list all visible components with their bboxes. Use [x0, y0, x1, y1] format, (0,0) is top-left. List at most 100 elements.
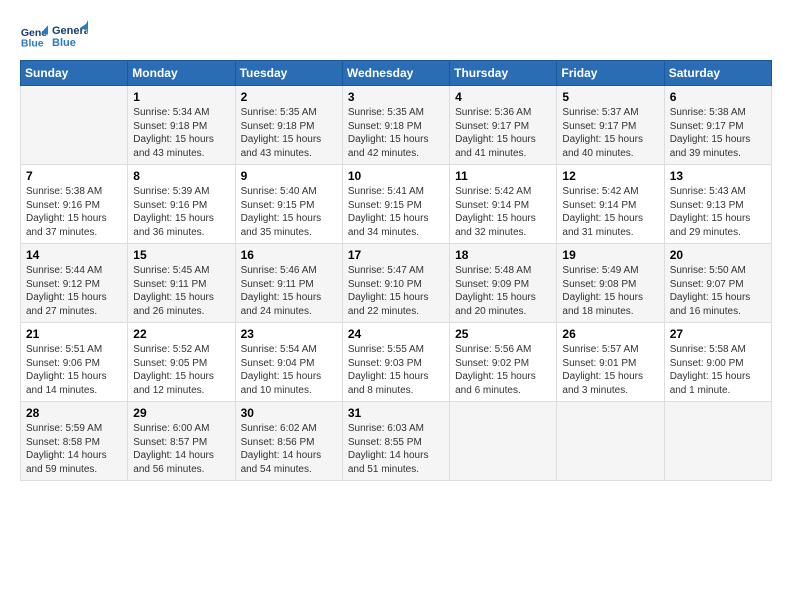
calendar-cell: 4Sunrise: 5:36 AM Sunset: 9:17 PM Daylig…	[450, 86, 557, 165]
day-number: 28	[26, 406, 122, 420]
day-info: Sunrise: 5:42 AM Sunset: 9:14 PM Dayligh…	[562, 185, 658, 239]
header-day-friday: Friday	[557, 61, 664, 86]
day-info: Sunrise: 5:49 AM Sunset: 9:08 PM Dayligh…	[562, 264, 658, 318]
week-row-3: 14 Sunrise: 5:44 AM Sunset: 9:12 PM Dayli…	[21, 244, 772, 323]
calendar-cell: 2 Sunrise: 5:35 AM Sunset: 9:18 PM Daylig…	[235, 86, 342, 165]
day-number: 22	[133, 327, 229, 341]
week-row-1: 1Sunrise: 5:34 AM Sunset: 9:18 PM Daylig…	[21, 86, 772, 165]
header-row: General Blue General Blue	[20, 18, 772, 54]
day-info: Sunrise: 5:42 AM Sunset: 9:14 PM Dayligh…	[455, 185, 551, 239]
calendar-cell: 13 Sunrise: 5:43 AM Sunset: 9:13 PM Dayli…	[664, 165, 771, 244]
calendar-cell: 30 Sunrise: 6:02 AM Sunset: 8:56 PM Dayli…	[235, 402, 342, 481]
day-number: 2	[241, 90, 337, 104]
day-info: Sunrise: 5:54 AM Sunset: 9:04 PM Dayligh…	[241, 343, 337, 397]
calendar-cell: 23 Sunrise: 5:54 AM Sunset: 9:04 PM Dayli…	[235, 323, 342, 402]
calendar-cell: 19 Sunrise: 5:49 AM Sunset: 9:08 PM Dayli…	[557, 244, 664, 323]
day-info: Sunrise: 5:55 AM Sunset: 9:03 PM Dayligh…	[348, 343, 444, 397]
header-day-sunday: Sunday	[21, 61, 128, 86]
calendar-cell: 17 Sunrise: 5:47 AM Sunset: 9:10 PM Dayli…	[342, 244, 449, 323]
header-day-wednesday: Wednesday	[342, 61, 449, 86]
day-number: 23	[241, 327, 337, 341]
day-info: Sunrise: 5:44 AM Sunset: 9:12 PM Dayligh…	[26, 264, 122, 318]
day-number: 15	[133, 248, 229, 262]
day-number: 18	[455, 248, 551, 262]
day-number: 3	[348, 90, 444, 104]
day-number: 10	[348, 169, 444, 183]
calendar-table: SundayMondayTuesdayWednesdayThursdayFrid…	[20, 60, 772, 481]
day-number: 6	[670, 90, 766, 104]
calendar-cell	[450, 402, 557, 481]
day-number: 7	[26, 169, 122, 183]
day-number: 8	[133, 169, 229, 183]
calendar-cell: 24Sunrise: 5:55 AM Sunset: 9:03 PM Dayli…	[342, 323, 449, 402]
day-info: Sunrise: 6:02 AM Sunset: 8:56 PM Dayligh…	[241, 422, 337, 476]
day-info: Sunrise: 6:00 AM Sunset: 8:57 PM Dayligh…	[133, 422, 229, 476]
day-info: Sunrise: 5:45 AM Sunset: 9:11 PM Dayligh…	[133, 264, 229, 318]
calendar-cell: 8Sunrise: 5:39 AM Sunset: 9:16 PM Daylig…	[128, 165, 235, 244]
day-info: Sunrise: 5:52 AM Sunset: 9:05 PM Dayligh…	[133, 343, 229, 397]
day-number: 17	[348, 248, 444, 262]
calendar-header: SundayMondayTuesdayWednesdayThursdayFrid…	[21, 61, 772, 86]
week-row-4: 21 Sunrise: 5:51 AM Sunset: 9:06 PM Dayli…	[21, 323, 772, 402]
day-number: 12	[562, 169, 658, 183]
header-day-monday: Monday	[128, 61, 235, 86]
day-number: 5	[562, 90, 658, 104]
main-container: General Blue General Blue Sunda	[0, 0, 792, 491]
day-info: Sunrise: 5:37 AM Sunset: 9:17 PM Dayligh…	[562, 106, 658, 160]
calendar-cell: 6 Sunrise: 5:38 AM Sunset: 9:17 PM Daylig…	[664, 86, 771, 165]
day-number: 14	[26, 248, 122, 262]
day-info: Sunrise: 5:47 AM Sunset: 9:10 PM Dayligh…	[348, 264, 444, 318]
day-info: Sunrise: 5:46 AM Sunset: 9:11 PM Dayligh…	[241, 264, 337, 318]
day-number: 29	[133, 406, 229, 420]
day-info: Sunrise: 5:58 AM Sunset: 9:00 PM Dayligh…	[670, 343, 766, 397]
calendar-body: 1Sunrise: 5:34 AM Sunset: 9:18 PM Daylig…	[21, 86, 772, 481]
day-number: 13	[670, 169, 766, 183]
calendar-cell: 28Sunrise: 5:59 AM Sunset: 8:58 PM Dayli…	[21, 402, 128, 481]
calendar-cell: 14 Sunrise: 5:44 AM Sunset: 9:12 PM Dayli…	[21, 244, 128, 323]
header-day-thursday: Thursday	[450, 61, 557, 86]
day-info: Sunrise: 5:38 AM Sunset: 9:17 PM Dayligh…	[670, 106, 766, 160]
day-number: 21	[26, 327, 122, 341]
day-number: 11	[455, 169, 551, 183]
calendar-cell: 10Sunrise: 5:41 AM Sunset: 9:15 PM Dayli…	[342, 165, 449, 244]
calendar-cell: 3 Sunrise: 5:35 AM Sunset: 9:18 PM Daylig…	[342, 86, 449, 165]
day-info: Sunrise: 5:40 AM Sunset: 9:15 PM Dayligh…	[241, 185, 337, 239]
calendar-cell: 22 Sunrise: 5:52 AM Sunset: 9:05 PM Dayli…	[128, 323, 235, 402]
calendar-cell	[21, 86, 128, 165]
calendar-cell	[664, 402, 771, 481]
calendar-cell: 12 Sunrise: 5:42 AM Sunset: 9:14 PM Dayli…	[557, 165, 664, 244]
svg-text:Blue: Blue	[52, 37, 76, 49]
day-number: 25	[455, 327, 551, 341]
header-day-saturday: Saturday	[664, 61, 771, 86]
svg-text:Blue: Blue	[21, 38, 44, 50]
day-number: 27	[670, 327, 766, 341]
day-info: Sunrise: 5:51 AM Sunset: 9:06 PM Dayligh…	[26, 343, 122, 397]
day-info: Sunrise: 5:35 AM Sunset: 9:18 PM Dayligh…	[241, 106, 337, 160]
week-row-5: 28Sunrise: 5:59 AM Sunset: 8:58 PM Dayli…	[21, 402, 772, 481]
header-row-days: SundayMondayTuesdayWednesdayThursdayFrid…	[21, 61, 772, 86]
calendar-cell: 7Sunrise: 5:38 AM Sunset: 9:16 PM Daylig…	[21, 165, 128, 244]
calendar-cell: 29 Sunrise: 6:00 AM Sunset: 8:57 PM Dayli…	[128, 402, 235, 481]
day-info: Sunrise: 5:36 AM Sunset: 9:17 PM Dayligh…	[455, 106, 551, 160]
week-row-2: 7Sunrise: 5:38 AM Sunset: 9:16 PM Daylig…	[21, 165, 772, 244]
day-info: Sunrise: 6:03 AM Sunset: 8:55 PM Dayligh…	[348, 422, 444, 476]
day-info: Sunrise: 5:48 AM Sunset: 9:09 PM Dayligh…	[455, 264, 551, 318]
calendar-cell: 18 Sunrise: 5:48 AM Sunset: 9:09 PM Dayli…	[450, 244, 557, 323]
header-day-tuesday: Tuesday	[235, 61, 342, 86]
logo-icon: General Blue	[20, 22, 48, 50]
day-info: Sunrise: 5:50 AM Sunset: 9:07 PM Dayligh…	[670, 264, 766, 318]
calendar-cell: 5 Sunrise: 5:37 AM Sunset: 9:17 PM Daylig…	[557, 86, 664, 165]
calendar-cell: 21 Sunrise: 5:51 AM Sunset: 9:06 PM Dayli…	[21, 323, 128, 402]
day-info: Sunrise: 5:57 AM Sunset: 9:01 PM Dayligh…	[562, 343, 658, 397]
day-number: 30	[241, 406, 337, 420]
day-number: 20	[670, 248, 766, 262]
logo-bird-icon: General Blue	[52, 18, 88, 54]
calendar-cell: 11 Sunrise: 5:42 AM Sunset: 9:14 PM Dayli…	[450, 165, 557, 244]
day-info: Sunrise: 5:34 AM Sunset: 9:18 PM Dayligh…	[133, 106, 229, 160]
day-number: 16	[241, 248, 337, 262]
calendar-cell: 16 Sunrise: 5:46 AM Sunset: 9:11 PM Dayli…	[235, 244, 342, 323]
day-info: Sunrise: 5:35 AM Sunset: 9:18 PM Dayligh…	[348, 106, 444, 160]
day-number: 19	[562, 248, 658, 262]
calendar-cell: 27 Sunrise: 5:58 AM Sunset: 9:00 PM Dayli…	[664, 323, 771, 402]
day-info: Sunrise: 5:43 AM Sunset: 9:13 PM Dayligh…	[670, 185, 766, 239]
